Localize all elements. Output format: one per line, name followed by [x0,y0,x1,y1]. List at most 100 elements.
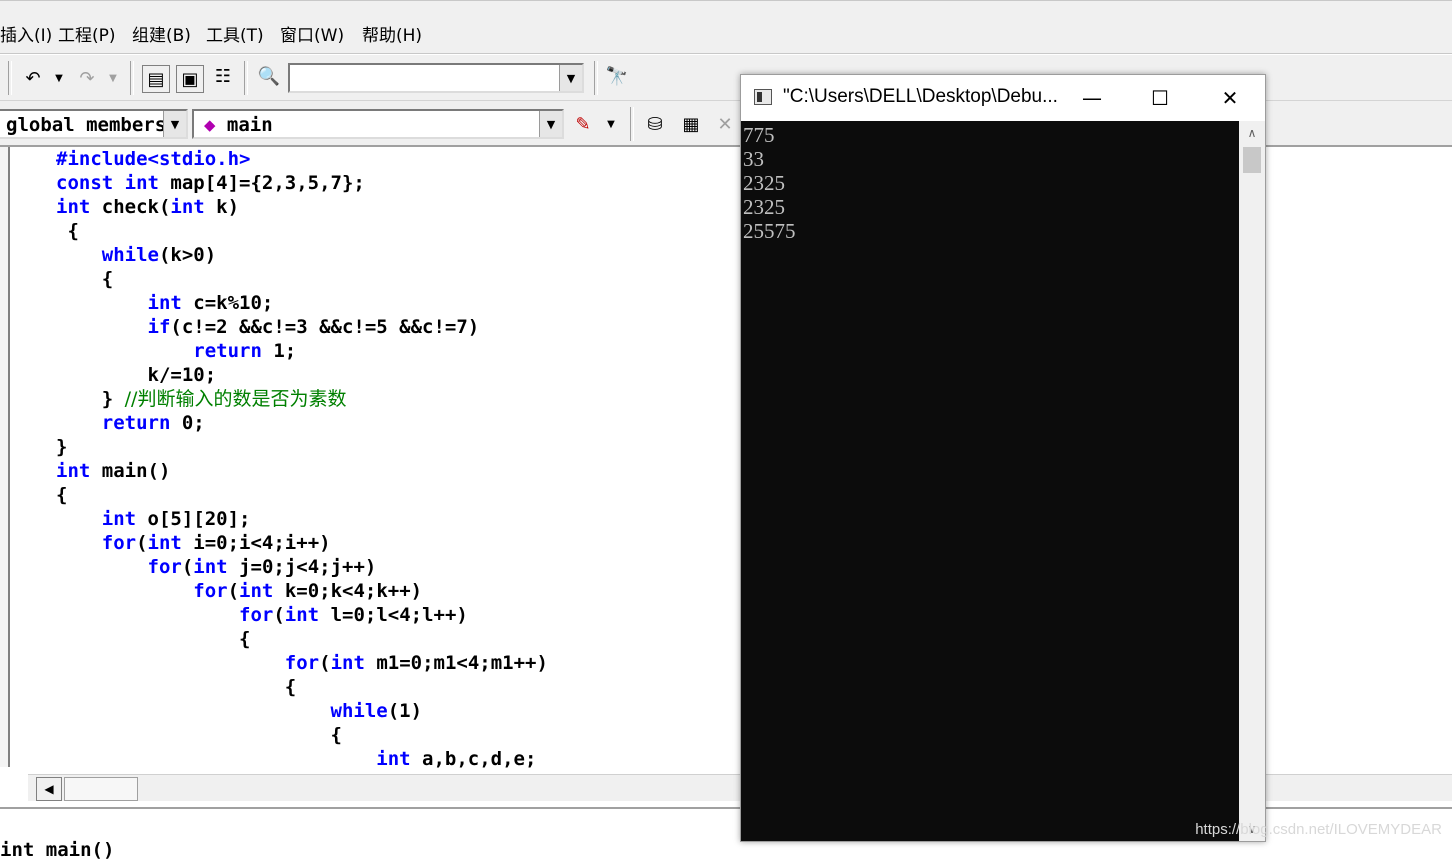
code-line[interactable]: { [56,483,548,507]
menu-project[interactable]: 工程(P) [58,21,116,46]
class-combo[interactable]: global members ▼ [0,109,188,139]
undo-icon[interactable]: ↶ [20,65,46,91]
code-line[interactable]: while(k>0) [56,243,548,267]
code-text: 1; [261,340,297,362]
menu-help[interactable]: 帮助(H) [362,21,422,46]
console-vertical-scrollbar[interactable]: ∧ ∨ [1239,121,1265,841]
console-output-line: 2325 [743,195,785,219]
find-icon[interactable]: 🔭 [604,63,630,89]
code-line[interactable]: k/=10; [56,363,548,387]
build-icon[interactable]: ▦ [678,111,704,137]
toolbar-separator [8,61,12,95]
console-output-area[interactable]: 775 33 2325 2325 25575 [741,121,1239,841]
watermark: https://blog.csdn.net/ILOVEMYDEAR [1195,821,1442,838]
code-text: i=0;i<4;i++) [181,532,331,554]
source-code[interactable]: #include<stdio.h> const int map[4]={2,3,5… [56,147,548,771]
code-line[interactable]: { [56,723,548,747]
code-line[interactable]: return 0; [56,411,548,435]
code-text: main() [90,460,171,482]
code-line[interactable]: for(int m1=0;m1<4;m1++) [56,651,548,675]
code-line[interactable]: if(c!=2 &&c!=3 &&c!=5 &&c!=7) [56,315,548,339]
code-line[interactable]: for(int i=0;i<4;i++) [56,531,548,555]
code-keyword: int [193,556,228,578]
menu-build[interactable]: 组建(B) [132,21,191,46]
console-title: "C:\Users\DELL\Desktop\Debu... [783,86,1058,107]
console-output-line: 33 [743,147,764,171]
find-in-files-icon[interactable]: 🔍 [256,63,282,89]
code-line[interactable]: } [56,435,548,459]
code-line[interactable]: int a,b,c,d,e; [56,747,548,771]
code-line[interactable]: int check(int k) [56,195,548,219]
code-line[interactable]: int o[5][20]; [56,507,548,531]
console-scroll-thumb[interactable] [1243,147,1261,173]
menu-tools[interactable]: 工具(T) [206,21,264,46]
code-keyword: const int [56,172,159,194]
console-app-icon [754,89,772,105]
code-text: (1) [387,700,423,722]
minimize-icon[interactable]: — [1059,75,1125,121]
workspace-icon[interactable]: ▤ [142,65,170,93]
undo-dropdown-icon[interactable]: ▼ [46,65,72,91]
function-combo[interactable]: ◆ main ▼ [192,109,564,139]
code-line[interactable]: return 1; [56,339,548,363]
code-keyword: int [170,196,205,218]
chevron-down-icon[interactable]: ▼ [163,111,186,137]
scroll-left-icon[interactable]: ◀ [36,777,62,801]
window-list-icon[interactable]: ☷ [210,63,236,89]
code-line[interactable]: for(int k=0;k<4;k++) [56,579,548,603]
code-comment: //判断输入的数是否为素数 [124,388,347,410]
code-text: { [56,676,297,698]
code-line[interactable]: { [56,627,548,651]
chevron-down-icon[interactable]: ▼ [559,65,582,91]
code-text: { [56,268,114,290]
wizard-action-dropdown-icon[interactable]: ▼ [598,111,624,137]
maximize-icon[interactable]: ☐ [1127,75,1193,121]
console-window[interactable]: "C:\Users\DELL\Desktop\Debu... — ☐ ✕ 775… [740,74,1266,842]
scroll-thumb[interactable] [64,777,138,801]
close-icon[interactable]: ✕ [1197,75,1263,121]
code-text: ( [136,532,148,554]
scroll-up-icon[interactable]: ∧ [1239,121,1265,145]
code-line[interactable]: for(int j=0;j<4;j++) [56,555,548,579]
code-text: k) [204,196,240,218]
code-text: j=0;j<4;j++) [227,556,377,578]
code-line[interactable]: { [56,675,548,699]
class-combo-value: global members [6,114,167,136]
find-combo[interactable]: ▼ [288,63,584,93]
chevron-down-icon[interactable]: ▼ [539,111,562,137]
menu-window[interactable]: 窗口(W) [280,21,344,46]
editor-gutter [0,147,10,767]
compile-icon[interactable]: ⛁ [642,111,668,137]
code-keyword: int [147,532,182,554]
code-text: ( [273,604,285,626]
console-titlebar[interactable]: "C:\Users\DELL\Desktop\Debu... — ☐ ✕ [741,75,1265,121]
code-line[interactable]: while(1) [56,699,548,723]
code-keyword: for [56,652,320,674]
output-window-icon[interactable]: ▣ [176,65,204,93]
code-text: c=k%10; [181,292,274,314]
function-diamond-icon: ◆ [204,114,216,136]
code-keyword: int [330,652,365,674]
toolbar-separator [244,61,248,95]
menu-insert[interactable]: 插入(I) [0,21,52,46]
code-line[interactable]: int c=k%10; [56,291,548,315]
redo-dropdown-icon[interactable]: ▼ [100,65,126,91]
code-line[interactable]: #include<stdio.h> [56,147,548,171]
code-text: k/=10; [56,364,217,386]
code-line[interactable]: { [56,267,548,291]
code-text: { [56,724,342,746]
code-line[interactable]: for(int l=0;l<4;l++) [56,603,548,627]
stop-build-icon[interactable]: ✕ [712,111,738,137]
console-output: 775 33 2325 2325 25575 [743,123,796,243]
code-keyword: int [56,196,91,218]
code-keyword: return [56,340,262,362]
function-combo-value: main [226,114,273,136]
redo-icon[interactable]: ↷ [74,65,100,91]
code-line[interactable]: const int map[4]={2,3,5,7}; [56,171,548,195]
code-line[interactable]: { [56,219,548,243]
code-keyword: for [56,580,228,602]
code-keyword: if [56,316,171,338]
wizard-action-icon[interactable]: ✎ [570,111,596,137]
code-line[interactable]: } //判断输入的数是否为素数 [56,387,548,411]
code-line[interactable]: int main() [56,459,548,483]
